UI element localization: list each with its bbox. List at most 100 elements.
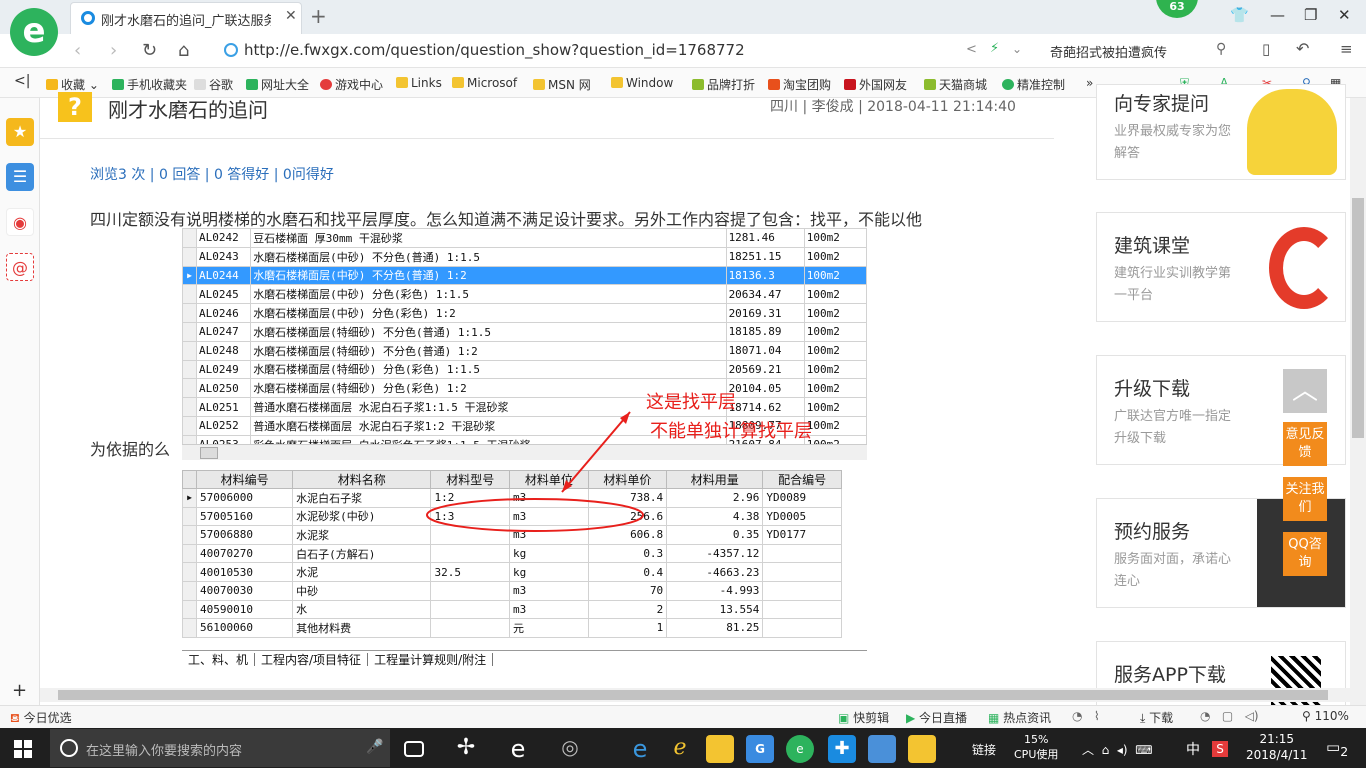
material-row[interactable]: 56100060 其他材料费 元 1 81.25 <box>182 618 842 638</box>
annotation-text-2: 不能单独计算找平层 <box>650 421 812 442</box>
status-icons[interactable]: ◔ ⌇ <box>1072 709 1107 723</box>
cpu-usage[interactable]: 15% CPU使用 <box>1014 732 1058 762</box>
mobile-icon[interactable]: ▯ <box>1262 40 1270 58</box>
mail-icon[interactable]: @ <box>6 253 34 281</box>
file-explorer-icon[interactable] <box>706 735 734 763</box>
browser-taskbar-icon[interactable]: e <box>786 735 814 763</box>
clock[interactable]: 21:15 2018/4/11 <box>1246 731 1308 763</box>
ie-taskbar-icon[interactable]: ℯ <box>666 735 694 763</box>
card-building-class[interactable]: 建筑课堂 建筑行业实训教学第一平台 <box>1096 212 1346 322</box>
bookmark-windows[interactable]: Window <box>611 76 673 90</box>
bookmark-links[interactable]: Links <box>396 76 442 90</box>
material-row[interactable]: 40070270 白石子(方解石) kg 0.3 -4357.12 <box>182 543 842 564</box>
notifications-icon[interactable]: ▭2 <box>1326 738 1348 759</box>
close-window-button[interactable]: ✕ <box>1338 6 1351 24</box>
quota-row[interactable]: AL0247 水磨石楼梯面层(特细砂) 不分色(普通) 1:1.5 18185.89… <box>182 321 867 342</box>
lightning-icon[interactable]: ⚡ <box>990 41 999 56</box>
minimize-button[interactable]: — <box>1270 6 1285 24</box>
microphone-icon[interactable]: 🎤 <box>366 739 383 755</box>
forward-icon[interactable]: › <box>110 40 117 61</box>
browser-logo-icon[interactable]: e <box>10 8 58 56</box>
quota-row[interactable]: AL0242 豆石楼梯面 厚30mm 干混砂浆 1281.46 100m2 <box>182 228 867 248</box>
vertical-scrollbar[interactable] <box>1350 98 1366 705</box>
new-tab-button[interactable]: + <box>310 4 327 28</box>
bookmark-microsoft[interactable]: Microsof <box>452 76 517 90</box>
material-col-header[interactable]: 材料编号 <box>195 470 294 489</box>
chevron-down-icon[interactable]: ⌄ <box>1012 42 1022 56</box>
feedback-button[interactable]: 意见反馈 <box>1283 422 1327 466</box>
reader-list-icon[interactable]: ☰ <box>6 163 34 191</box>
zoom-control[interactable]: ⚲ 110% <box>1302 709 1349 723</box>
task-view-icon[interactable] <box>404 741 424 757</box>
today-picks[interactable]: ⛾ 今日优选 <box>10 709 72 727</box>
edge-icon[interactable]: e <box>626 735 654 763</box>
close-tab-icon[interactable]: ✕ <box>285 8 297 24</box>
bookmark-foreign-users[interactable]: 外国网友 <box>844 76 907 93</box>
swirl-app-icon[interactable]: ◎ <box>556 735 584 763</box>
tray-link[interactable]: 链接 <box>972 741 996 758</box>
bookmark-tmall[interactable]: 天猫商城 <box>924 76 987 93</box>
glodon-app-icon[interactable]: G <box>746 735 774 763</box>
back-icon[interactable]: ‹ <box>74 40 81 61</box>
material-row[interactable]: 40590010 水 m3 2 13.554 <box>182 599 842 620</box>
restore-button[interactable]: ❐ <box>1304 6 1317 24</box>
bookmark-msn[interactable]: MSN 网 <box>533 76 591 93</box>
edge-ie-icon[interactable]: e <box>504 735 532 763</box>
undo-icon[interactable]: ↶ <box>1296 39 1309 58</box>
notification-count: 2 <box>1340 744 1349 759</box>
windows-start-icon[interactable] <box>14 740 32 758</box>
sogou-ime-icon[interactable]: S <box>1212 741 1228 757</box>
active-tab[interactable]: 刚才水磨石的追问_广联达服务新 ✕ <box>70 2 302 34</box>
follow-us-button[interactable]: 关注我们 <box>1283 477 1327 521</box>
bookmark-sites[interactable]: 网址大全 <box>246 76 309 93</box>
add-sidebar-icon[interactable]: + <box>12 680 27 701</box>
today-live[interactable]: ▶ 今日直播 <box>906 709 967 726</box>
quota-row[interactable]: AL0245 水磨石楼梯面层(中砂) 分色(彩色) 1:1.5 20634.47 10… <box>182 284 867 305</box>
material-col-header[interactable]: 配合编号 <box>762 470 842 489</box>
horizontal-scrollbar[interactable] <box>40 688 1350 702</box>
fan-app-icon[interactable]: ✢ <box>452 735 480 763</box>
bookmark-favorites[interactable]: 收藏 ⌄ <box>46 76 99 93</box>
material-col-header[interactable]: 材料用量 <box>666 470 764 489</box>
bookmark-taobao[interactable]: 淘宝团购 <box>768 76 831 93</box>
more-bookmarks-icon[interactable]: » <box>1086 76 1093 90</box>
bookmark-google[interactable]: 谷歌 <box>194 76 233 93</box>
menu-icon[interactable]: ≡ <box>1340 40 1353 58</box>
qq-consult-button[interactable]: QQ咨询 <box>1283 532 1327 576</box>
question-stats[interactable]: 浏览3 次 | 0 回答 | 0 答得好 | 0问得好 <box>90 164 334 184</box>
weibo-icon[interactable]: ◉ <box>6 208 34 236</box>
quota-row[interactable]: ▶ AL0244 水磨石楼梯面层(中砂) 不分色(普通) 1:2 18136.3 100… <box>182 265 867 286</box>
hot-news[interactable]: ▦ 热点资讯 <box>988 709 1051 726</box>
notes-app-icon[interactable] <box>908 735 936 763</box>
bookmark-brand-sale[interactable]: 品牌打折 <box>692 76 755 93</box>
card-ask-expert[interactable]: 向专家提问 业界最权威专家为您解答 <box>1096 84 1346 180</box>
quota-row[interactable]: AL0248 水磨石楼梯面层(特细砂) 不分色(普通) 1:2 18071.04 10… <box>182 340 867 361</box>
bookmark-games[interactable]: 游戏中心 <box>320 76 383 93</box>
bookmark-mobile[interactable]: 手机收藏夹 <box>112 76 187 93</box>
search-icon[interactable]: ⚲ <box>1216 41 1226 57</box>
search-hint[interactable]: 奇葩招式被拍遭疯传 <box>1050 42 1167 61</box>
photo-app-icon[interactable] <box>868 735 896 763</box>
quota-row[interactable]: AL0243 水磨石楼梯面层(中砂) 不分色(普通) 1:1.5 18251.15 1… <box>182 246 867 267</box>
material-row[interactable]: 40010530 水泥 32.5 kg 0.4 -4663.23 <box>182 562 842 582</box>
ime-indicator[interactable]: 中 <box>1186 739 1200 759</box>
bookmark-precision[interactable]: 精准控制 <box>1002 76 1065 93</box>
quota-row[interactable]: AL0249 水磨石楼梯面层(特细砂) 分色(彩色) 1:1.5 20569.21 1… <box>182 359 867 380</box>
home-icon[interactable]: ⌂ <box>178 40 189 61</box>
quick-clip[interactable]: ▣ 快剪辑 <box>838 709 889 726</box>
plus-app-icon[interactable]: ✚ <box>828 735 856 763</box>
back-to-top-button[interactable]: ︿ <box>1283 369 1327 413</box>
material-row[interactable]: 40070030 中砂 m3 70 -4.993 <box>182 580 842 601</box>
shirt-icon[interactable]: 👕 <box>1230 6 1249 24</box>
tray-icons[interactable]: ︿ ⌂ ◂) ⌨ <box>1082 741 1153 758</box>
favorites-star-icon[interactable]: ★ <box>6 118 34 146</box>
download[interactable]: ⤓ 下载 <box>1140 709 1173 726</box>
quota-row[interactable]: AL0246 水磨石楼梯面层(中砂) 分色(彩色) 1:2 20169.31 100m… <box>182 303 867 323</box>
taskbar-search[interactable]: 在这里输入你要搜索的内容 🎤 <box>50 729 390 767</box>
url-field[interactable]: http://e.fwxgx.com/question/question_sho… <box>224 41 1024 59</box>
share-icon[interactable]: < <box>966 42 977 57</box>
collapse-icon[interactable]: <| <box>14 73 30 89</box>
status-tool-icons[interactable]: ◔ ▢ ◁) <box>1200 709 1259 723</box>
refresh-icon[interactable]: ↻ <box>142 40 157 61</box>
quota-row[interactable]: AL0250 水磨石楼梯面层(特细砂) 分色(彩色) 1:2 20104.05 100… <box>182 378 867 399</box>
